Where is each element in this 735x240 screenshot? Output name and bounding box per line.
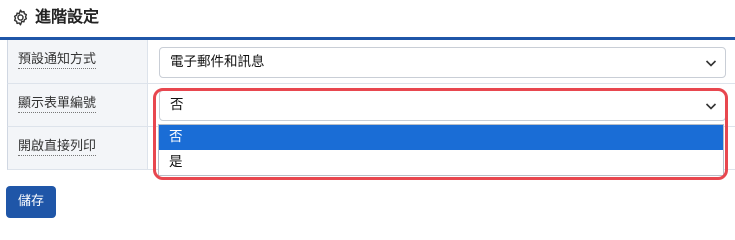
- section-header: 進階設定: [0, 0, 735, 40]
- section-title: 進階設定: [35, 7, 100, 26]
- advanced-settings-page: 進階設定 預設通知方式 電子郵件和訊息 顯示表單編號 否 開啟直接列印 否 是 …: [0, 0, 735, 224]
- setting-label-cell: 顯示表單編號: [8, 84, 148, 126]
- setting-label-show-form-number: 顯示表單編號: [18, 96, 97, 113]
- gear-icon: [13, 9, 28, 26]
- chevron-down-icon: [705, 103, 717, 110]
- chevron-down-icon: [705, 60, 717, 67]
- setting-label-cell: 預設通知方式: [8, 40, 148, 83]
- setting-row-show-form-number: 顯示表單編號 否: [7, 84, 735, 127]
- setting-label-default-notification: 預設通知方式: [18, 52, 97, 69]
- setting-row-default-notification: 預設通知方式 電子郵件和訊息: [7, 40, 735, 84]
- show-form-number-dropdown-list: 否 是: [158, 124, 724, 176]
- dropdown-option-no[interactable]: 否: [159, 125, 723, 150]
- default-notification-value: 電子郵件和訊息: [170, 54, 265, 70]
- save-button[interactable]: 儲存: [6, 186, 56, 218]
- show-form-number-value: 否: [170, 97, 184, 113]
- show-form-number-select[interactable]: 否: [159, 90, 726, 121]
- default-notification-select[interactable]: 電子郵件和訊息: [159, 47, 726, 78]
- setting-label-cell: 開啟直接列印: [8, 127, 148, 169]
- dropdown-option-yes[interactable]: 是: [159, 150, 723, 175]
- setting-label-direct-print: 開啟直接列印: [18, 139, 97, 156]
